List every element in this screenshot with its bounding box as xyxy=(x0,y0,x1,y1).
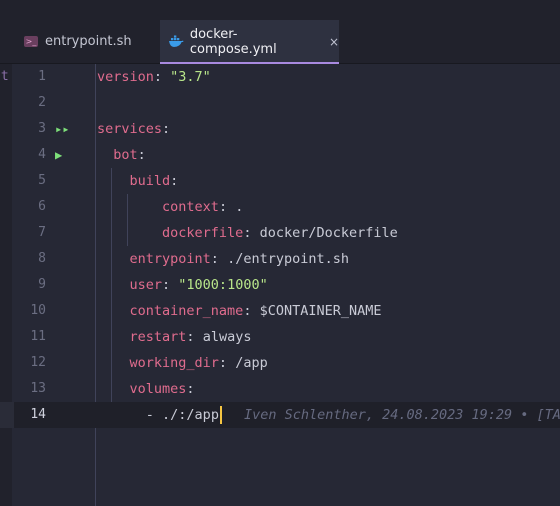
line-number: 5 xyxy=(38,173,46,188)
yaml-key: build xyxy=(129,173,171,189)
run-service-icon[interactable]: ▶ xyxy=(55,142,62,168)
tab-label: docker-compose.yml xyxy=(189,26,277,57)
code-line-2: 2 xyxy=(0,90,560,116)
window-top-strip xyxy=(0,0,560,20)
code-line-11: 11 restart: always xyxy=(0,324,560,350)
yaml-key: version xyxy=(97,69,154,85)
code-line-5: 5 build: xyxy=(0,168,560,194)
code-line-3: 3 ▸▸ services: xyxy=(0,116,560,142)
yaml-string: "3.7" xyxy=(170,69,211,85)
code-line-9: 9 user: "1000:1000" xyxy=(0,272,560,298)
tab-entrypoint-sh[interactable]: >_ entrypoint.sh xyxy=(14,20,132,63)
tab-docker-compose-yml[interactable]: docker-compose.yml × xyxy=(160,20,339,64)
yaml-value: ./:/app xyxy=(162,407,219,423)
code-line-14-current: 14 - ./:/app Iven Schlenther, 24.08.2023 … xyxy=(0,402,560,428)
code-line-1: 1 version: "3.7" xyxy=(0,64,560,90)
text-cursor xyxy=(219,406,222,424)
code-line-12: 12 working_dir: /app xyxy=(0,350,560,376)
line-number: 8 xyxy=(38,251,46,266)
yaml-key: container_name xyxy=(129,303,244,319)
line-number: 7 xyxy=(38,225,46,240)
yaml-value: ./entrypoint.sh xyxy=(227,251,349,267)
editor-tab-bar: >_ entrypoint.sh docker-compose.yml × xyxy=(0,20,560,64)
yaml-key: dockerfile xyxy=(162,225,244,241)
yaml-key: restart xyxy=(129,329,187,345)
git-blame-annotation[interactable]: Iven Schlenther, 24.08.2023 19:29 • [TAS xyxy=(244,407,560,423)
line-number: 14 xyxy=(30,407,46,422)
code-editor[interactable]: 1 version: "3.7" 2 3 ▸▸ services: 4 ▶ bo… xyxy=(0,64,560,506)
yaml-value: /app xyxy=(235,355,268,371)
yaml-value: always xyxy=(202,329,252,345)
code-line-13: 13 volumes: xyxy=(0,376,560,402)
code-line-4: 4 ▶ bot: xyxy=(0,142,560,168)
yaml-key: bot xyxy=(113,147,138,163)
yaml-value: . xyxy=(235,199,244,215)
line-number: 11 xyxy=(30,329,46,344)
yaml-key: entrypoint xyxy=(129,251,211,267)
code-line-6: 6 context: . xyxy=(0,194,560,220)
line-number: 2 xyxy=(38,95,46,110)
code-line-8: 8 entrypoint: ./entrypoint.sh xyxy=(0,246,560,272)
terminal-script-icon: >_ xyxy=(24,36,38,47)
line-number: 1 xyxy=(38,69,46,84)
line-number: 4 xyxy=(38,147,46,162)
run-all-services-icon[interactable]: ▸▸ xyxy=(55,116,69,142)
line-number: 3 xyxy=(38,121,46,136)
line-number: 10 xyxy=(30,303,46,318)
code-line-10: 10 container_name: $CONTAINER_NAME xyxy=(0,298,560,324)
yaml-key: context xyxy=(162,199,219,215)
line-number: 6 xyxy=(38,199,46,214)
code-line-7: 7 dockerfile: docker/Dockerfile xyxy=(0,220,560,246)
yaml-key: working_dir xyxy=(129,355,219,371)
line-number: 13 xyxy=(30,381,46,396)
close-tab-icon[interactable]: × xyxy=(329,35,339,49)
yaml-key: volumes xyxy=(129,381,187,397)
yaml-key: services xyxy=(97,121,163,137)
yaml-string: "1000:1000" xyxy=(178,277,268,293)
yaml-value: docker/Dockerfile xyxy=(259,225,398,241)
docker-whale-icon xyxy=(168,34,184,47)
yaml-key: user xyxy=(129,277,163,293)
yaml-value: $CONTAINER_NAME xyxy=(259,303,382,319)
line-number: 9 xyxy=(38,277,46,292)
tab-label: entrypoint.sh xyxy=(45,34,132,49)
line-number: 12 xyxy=(30,355,46,370)
